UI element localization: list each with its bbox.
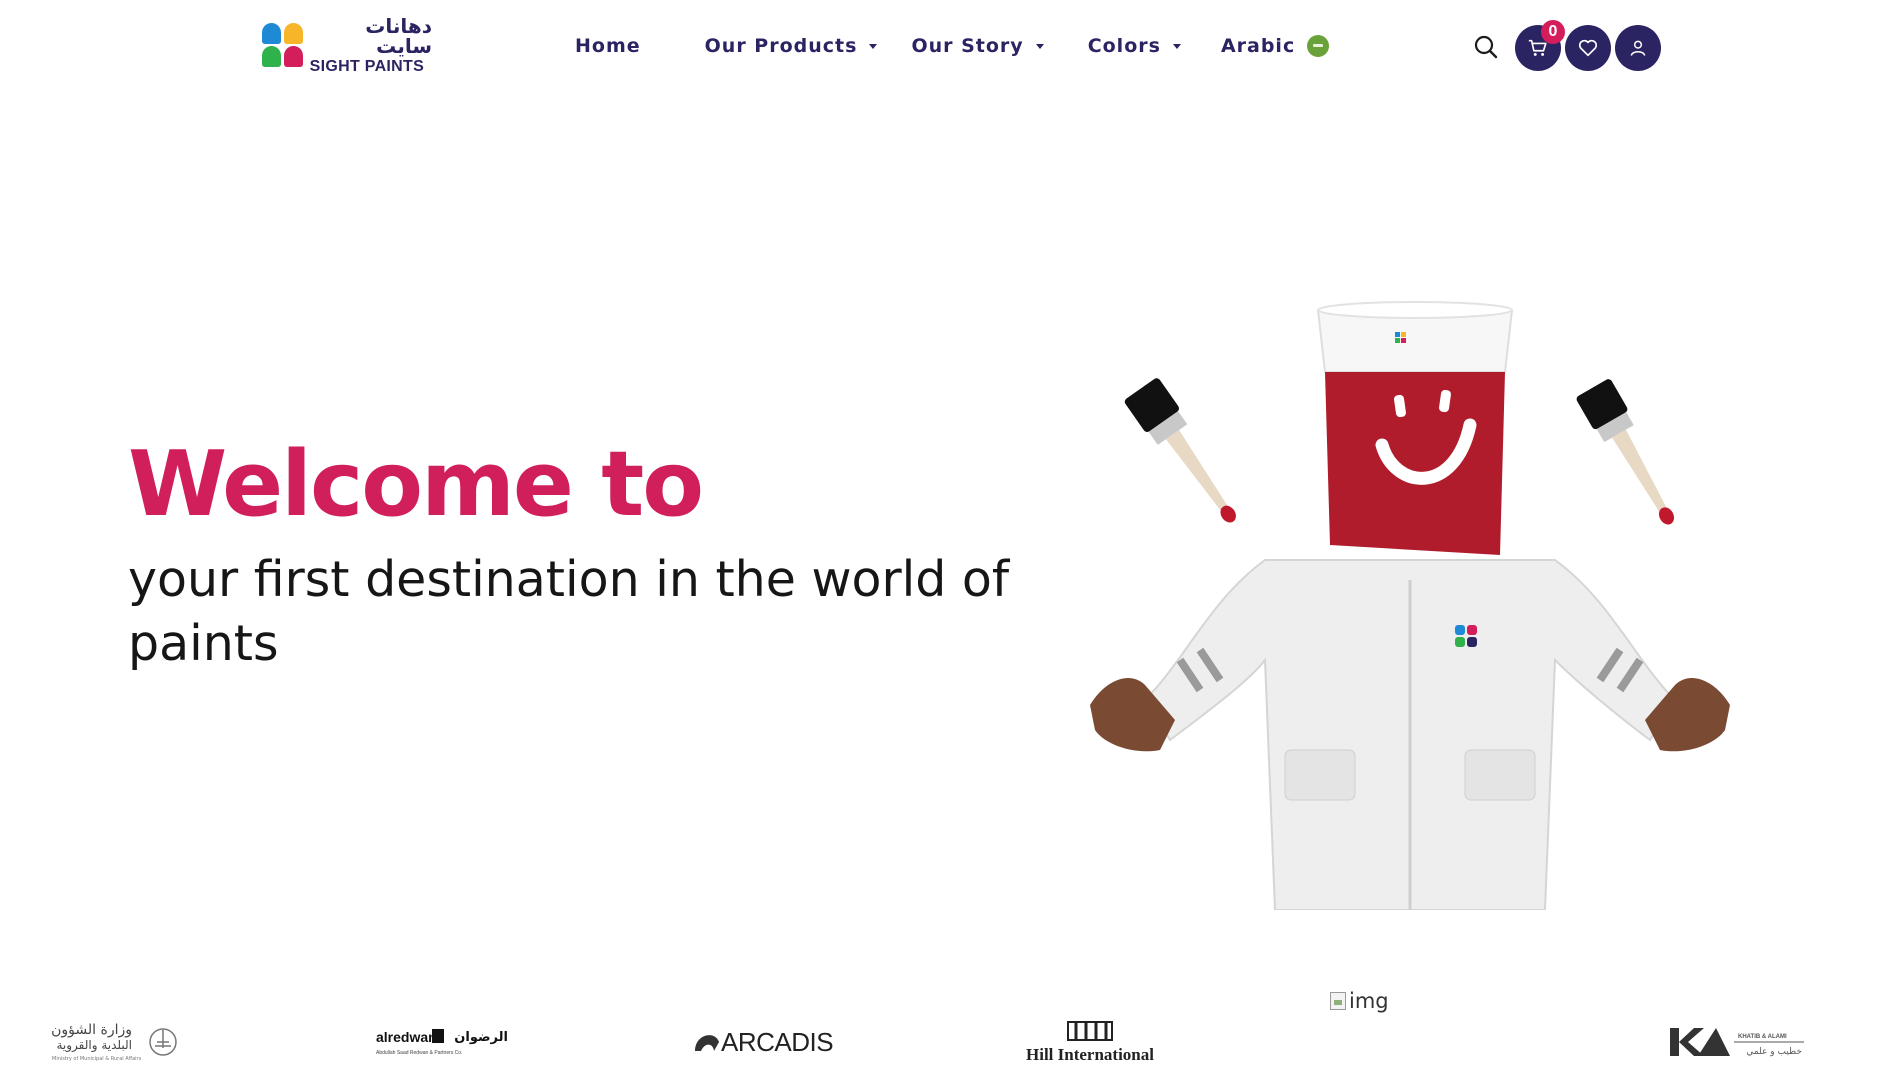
chevron-down-icon [869, 43, 878, 49]
svg-text:الرضوان: الرضوان [454, 1030, 508, 1045]
nav-our-products[interactable]: Our Products [705, 35, 878, 57]
partner-logo-khatib-alami: KHATIB & ALAMI خطيب و علمي [1668, 1024, 1806, 1060]
main-nav: Home Our Products Our Story Colors Arabi… [575, 30, 1330, 62]
svg-text:alredwan: alredwan [376, 1029, 437, 1045]
partner-logo-ministry: وزارة الشؤون البلدية والقروية Ministry o… [50, 1018, 190, 1064]
nav-our-story-label: Our Story [911, 35, 1024, 57]
svg-text:KHATIB & ALAMI: KHATIB & ALAMI [1738, 1034, 1787, 1040]
user-icon [1630, 40, 1646, 56]
logo-icon [262, 21, 303, 69]
nav-our-story[interactable]: Our Story [911, 35, 1044, 57]
svg-text:البلدية والقروية: البلدية والقروية [56, 1038, 132, 1053]
nav-colors-label: Colors [1087, 35, 1161, 57]
svg-text:Hill International: Hill International [1026, 1045, 1154, 1064]
partner-logo-arcadis: ARCADIS [693, 1026, 841, 1056]
nav-language-arabic[interactable]: Arabic [1220, 35, 1330, 57]
logo-arabic-text: دهانات سايت [365, 13, 432, 58]
nav-arabic-label: Arabic [1220, 35, 1296, 57]
svg-text:وزارة الشؤون: وزارة الشؤون [51, 1022, 132, 1038]
cart-count-badge: 0 [1541, 20, 1565, 44]
ministry-emblem-logo: وزارة الشؤون البلدية والقروية Ministry o… [51, 1022, 177, 1062]
svg-text:ARCADIS: ARCADIS [721, 1027, 833, 1056]
partner-logo-alredwan: alredwan الرضوان Abdullah Saad Redwan & … [374, 1024, 510, 1058]
site-logo[interactable]: دهانات سايت SIGHT PAINTS [262, 16, 432, 74]
heart-icon [1578, 39, 1598, 57]
svg-text:خطيب و علمي: خطيب و علمي [1746, 1047, 1802, 1057]
saudi-flag-icon [1307, 35, 1330, 57]
nav-our-products-label: Our Products [704, 35, 858, 57]
partner-logo-broken-image: img [1330, 989, 1389, 1013]
account-button[interactable] [1615, 25, 1661, 71]
hero-subtitle: your first destination in the world of p… [128, 551, 1010, 672]
nav-home[interactable]: Home [575, 35, 641, 57]
arcadis-logo: ARCADIS [695, 1027, 834, 1056]
nav-colors[interactable]: Colors [1088, 35, 1181, 57]
hill-international-logo: Hill International [1026, 1021, 1154, 1064]
svg-text:Ministry of Municipal & Rural: Ministry of Municipal & Rural Affairs [52, 1056, 142, 1062]
search-button[interactable] [1473, 34, 1499, 60]
chevron-down-icon [1035, 43, 1044, 49]
svg-text:Abdullah Saad Redwan & Partner: Abdullah Saad Redwan & Partners Co. [376, 1050, 462, 1056]
khatib-alami-logo: KHATIB & ALAMI خطيب و علمي [1670, 1028, 1804, 1057]
wishlist-button[interactable] [1565, 25, 1611, 71]
paint-bucket-mascot-image [1090, 301, 1730, 910]
partner-logo-hill-international: Hill International [1020, 1018, 1160, 1066]
chevron-down-icon [1172, 43, 1181, 49]
broken-image-alt-text: img [1349, 989, 1389, 1013]
broken-image-icon [1330, 992, 1346, 1010]
hero-title: Welcome to [128, 432, 704, 537]
search-icon [1474, 35, 1498, 59]
nav-home-label: Home [575, 35, 641, 57]
alredwan-logo: alredwan الرضوان Abdullah Saad Redwan & … [376, 1029, 508, 1056]
logo-english-text: SIGHT PAINTS [309, 57, 425, 75]
